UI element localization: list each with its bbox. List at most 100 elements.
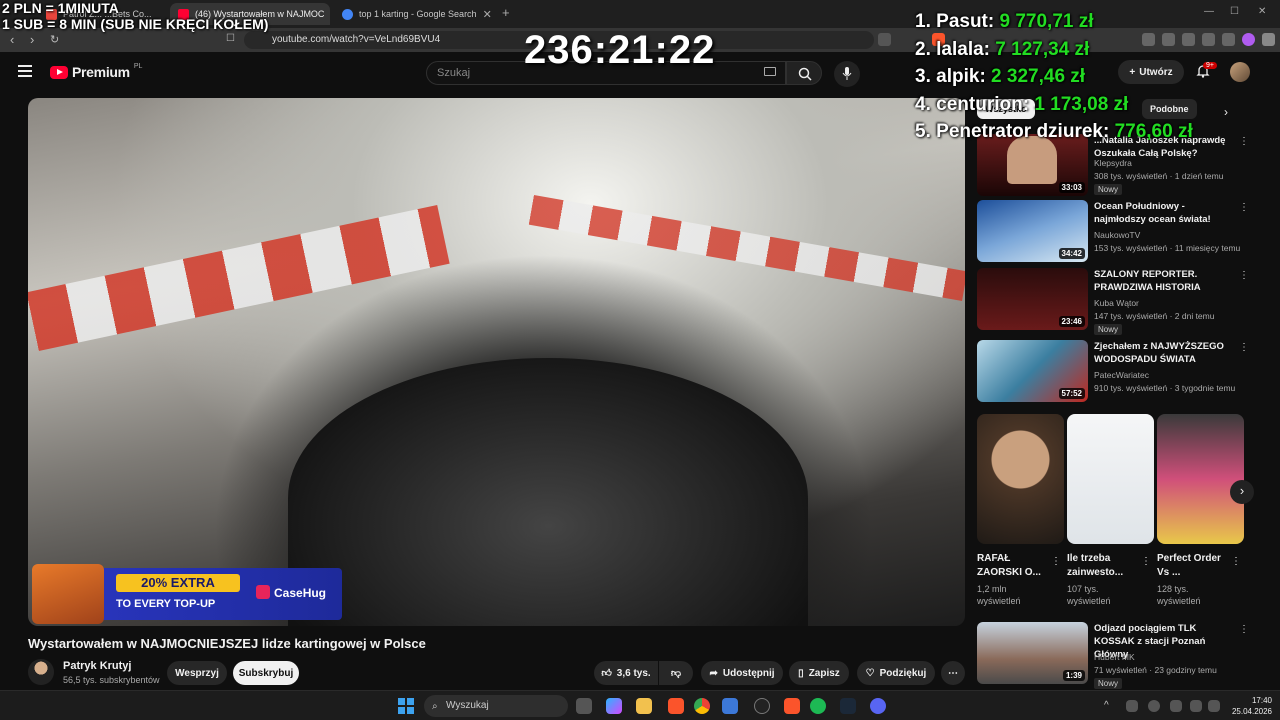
ad-banner[interactable]: 20% EXTRA TO EVERY TOP-UP CaseHug <box>32 564 342 624</box>
rec-channel[interactable]: PatecWariatec <box>1094 370 1149 380</box>
back-icon[interactable]: ‹ <box>10 32 14 47</box>
tray-icon[interactable] <box>1126 700 1138 712</box>
support-button[interactable]: Wesprzyj <box>167 661 227 685</box>
thanks-button[interactable]: ♡ Podziękuj <box>857 661 935 685</box>
more-actions-button[interactable]: ⋯ <box>941 661 965 685</box>
close-window-icon[interactable]: ✕ <box>1258 6 1266 17</box>
brave-browser-icon[interactable] <box>668 698 684 714</box>
youtube-premium-logo[interactable]: Premium PL <box>50 63 142 80</box>
lb-amount: 776,60 zł <box>1114 121 1193 142</box>
spotify-icon[interactable] <box>810 698 826 714</box>
channel-name[interactable]: Patryk Krutyj <box>63 660 131 672</box>
copilot-icon[interactable] <box>606 698 622 714</box>
new-tab-button[interactable]: + <box>502 5 510 20</box>
more-vert-icon[interactable]: ⋮ <box>1051 556 1061 567</box>
new-badge: Nowy <box>1094 324 1123 335</box>
share-button[interactable]: ➦ Udostępnij <box>701 661 783 685</box>
share-label: Udostępnij <box>722 667 775 679</box>
recommendation-item[interactable]: 34:42 Ocean Południowy - najmłodszy ocea… <box>977 200 1249 264</box>
rec-meta: 153 tys. wyświetleń · 11 miesięcy temu <box>1094 243 1241 253</box>
search-button[interactable] <box>786 61 822 85</box>
rec-meta: 910 tys. wyświetleń · 3 tygodnie temu <box>1094 383 1236 393</box>
discord-icon[interactable] <box>870 698 886 714</box>
windows-start-icon[interactable] <box>398 698 414 714</box>
short-item[interactable]: Perfect Order Vs ... 128 tys. wyświetleń… <box>1157 414 1244 607</box>
more-vert-icon[interactable]: ⋮ <box>1239 136 1249 147</box>
save-button[interactable]: ▯ Zapisz <box>789 661 849 685</box>
microphone-icon[interactable] <box>1170 700 1182 712</box>
rec-channel[interactable]: Kuba Wątor <box>1094 298 1139 308</box>
extensions-icon[interactable] <box>1202 33 1215 46</box>
chevron-right-icon[interactable]: › <box>1224 105 1228 119</box>
menu-icon[interactable] <box>1262 33 1275 46</box>
user-avatar[interactable] <box>1230 62 1250 82</box>
subscribe-button[interactable]: Subskrybuj <box>233 661 299 685</box>
ad-brand: CaseHug <box>274 586 327 600</box>
tray-chevron-icon[interactable]: ^ <box>1104 700 1109 711</box>
voice-search-button[interactable] <box>834 61 860 87</box>
maximize-icon[interactable]: ☐ <box>1230 6 1239 17</box>
brave-beta-icon[interactable] <box>784 698 800 714</box>
treasure-chest-icon <box>32 564 104 624</box>
lb-name: centurion: <box>936 93 1030 115</box>
windows-taskbar: Wyszukaj ⌕ ^ 17:40 25.04.2026 <box>0 690 1280 720</box>
tab-3[interactable]: top 1 karting - Google Search ✕ <box>334 3 494 25</box>
lb-amount: 7 127,34 zł <box>995 38 1090 60</box>
reload-icon[interactable]: ↻ <box>50 33 59 46</box>
hamburger-menu-icon[interactable] <box>18 65 32 77</box>
rec-meta: 71 wyświetleń · 23 godziny temu <box>1094 665 1217 675</box>
more-vert-icon[interactable]: ⋮ <box>1239 270 1249 281</box>
rec-channel[interactable]: Hubert MK <box>1094 652 1135 662</box>
close-tab-icon[interactable]: ✕ <box>483 8 492 21</box>
lb-amount: 2 327,46 zł <box>991 66 1086 87</box>
file-explorer-icon[interactable] <box>636 698 652 714</box>
more-vert-icon[interactable]: ⋮ <box>1239 624 1249 635</box>
short-title: RAFAŁ ZAORSKI O... <box>977 553 1041 578</box>
forward-icon[interactable]: › <box>30 32 34 47</box>
more-vert-icon[interactable]: ⋮ <box>1239 342 1249 353</box>
duration-badge: 34:42 <box>1058 248 1085 259</box>
rec-channel[interactable]: Klepsydra <box>1094 158 1132 168</box>
steam-icon[interactable] <box>840 698 856 714</box>
tray-icon[interactable] <box>1148 700 1160 712</box>
overlay-rate-line: 2 PLN = 1MINUTA <box>2 0 119 16</box>
short-thumbnail <box>977 414 1064 544</box>
obs-icon[interactable] <box>754 698 770 714</box>
rec-channel[interactable]: NaukowoTV <box>1094 230 1140 240</box>
thumbs-up-icon: 👍︎ <box>601 668 612 679</box>
more-vert-icon[interactable]: ⋮ <box>1239 202 1249 213</box>
leaderboard-row: 3. alpik: 2 327,46 zł <box>915 63 1193 91</box>
network-icon[interactable] <box>1190 700 1202 712</box>
video-player[interactable]: 20% EXTRA TO EVERY TOP-UP CaseHug <box>28 98 965 626</box>
lb-name: alpik: <box>936 66 986 87</box>
subathon-timer: 236:21:22 <box>524 28 716 72</box>
short-item[interactable]: Ile trzeba zainwesto... 107 tys. wyświet… <box>1067 414 1154 607</box>
task-view-icon[interactable] <box>576 698 592 714</box>
keyboard-icon[interactable] <box>764 67 776 76</box>
recommendation-item[interactable]: 23:46 SZALONY REPORTER. PRAWDZIWA HISTOR… <box>977 268 1249 335</box>
dislike-button[interactable]: 👎︎ <box>659 661 693 685</box>
shorts-next-button[interactable]: › <box>1230 480 1254 504</box>
short-item[interactable]: RAFAŁ ZAORSKI O... 1,2 mln wyświetleń ⋮ <box>977 414 1064 607</box>
recommendation-item[interactable]: 57:52 Zjechałem z NAJWYŻSZEGO WODOSPADU … <box>977 340 1249 404</box>
channel-avatar[interactable] <box>28 659 54 685</box>
chrome-icon[interactable] <box>694 698 710 714</box>
taskbar-search-input[interactable]: Wyszukaj <box>424 695 568 717</box>
bookmark-icon[interactable]: ☐ <box>226 33 235 44</box>
app-icon[interactable] <box>722 698 738 714</box>
more-vert-icon[interactable]: ⋮ <box>1141 556 1151 567</box>
vpn-icon[interactable] <box>1222 33 1235 46</box>
google-favicon <box>342 8 353 20</box>
short-thumbnail <box>1067 414 1154 544</box>
leaderboard-row: 1. Pasut: 9 770,71 zł <box>915 8 1193 36</box>
cast-icon[interactable] <box>878 33 891 46</box>
lb-rank: 5. <box>915 121 931 142</box>
taskbar-clock[interactable]: 17:40 25.04.2026 <box>1226 695 1272 717</box>
more-vert-icon[interactable]: ⋮ <box>1231 556 1241 567</box>
volume-icon[interactable] <box>1208 700 1220 712</box>
recommendation-item[interactable]: 1:39 Odjazd pociągiem TLK KOSSAK z stacj… <box>977 622 1249 689</box>
like-button[interactable]: 👍︎ 3,6 tys. <box>594 661 658 685</box>
leo-ai-icon[interactable] <box>1242 33 1255 46</box>
minimize-icon[interactable]: — <box>1204 6 1214 17</box>
lb-amount: 1 173,08 zł <box>1034 93 1129 115</box>
